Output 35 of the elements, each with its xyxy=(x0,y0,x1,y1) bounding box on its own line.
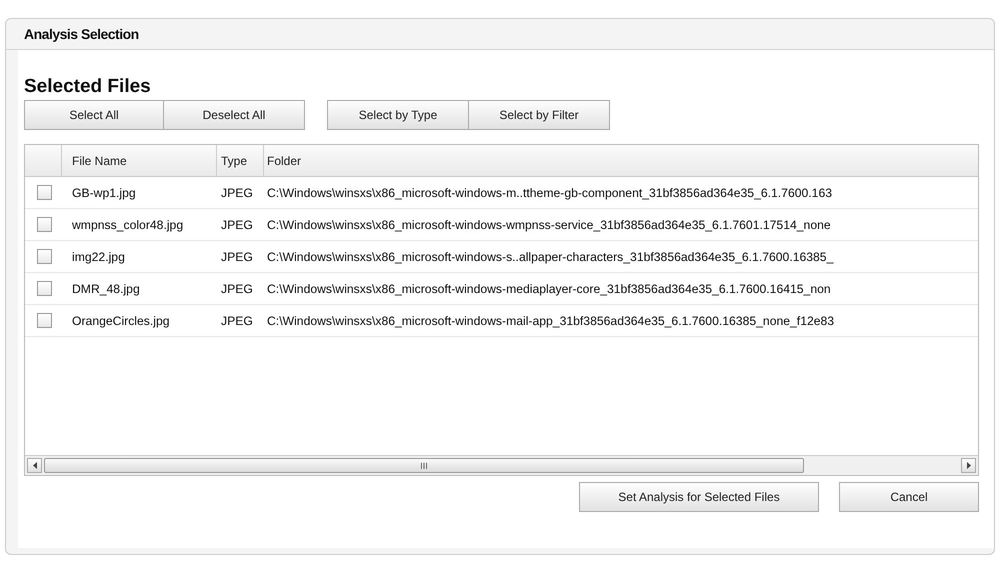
select-button[interactable]: Select by Filter xyxy=(468,100,610,130)
grip-text: III xyxy=(420,460,428,470)
set-analysis-button[interactable]: Set Analysis for Selected Files xyxy=(579,482,819,512)
table-cell-text: JPEG xyxy=(220,282,254,296)
scroll-left-icon[interactable] xyxy=(27,458,42,473)
select-button[interactable]: Deselect All xyxy=(163,100,305,130)
table-cell-text: JPEG xyxy=(220,314,254,328)
select-button[interactable]: Select All xyxy=(24,100,164,130)
scroll-right-icon[interactable] xyxy=(961,458,976,473)
table-cell-text: C:\Windows\winsxs\x86_microsoft-windows-s..allpaper-characters_31bf3856ad364e35_6.1.7600.16385_ xyxy=(266,250,834,264)
table-cell-text: C:\Windows\winsxs\x86_microsoft-windows-wmpnss-service_31bf3856ad364e35_6.1.7601.17514_none xyxy=(266,218,832,232)
column-header[interactable]: File Name xyxy=(62,145,217,176)
section-heading: Selected Files xyxy=(24,76,151,98)
row-checkbox[interactable] xyxy=(37,281,52,296)
row-checkbox[interactable] xyxy=(37,313,52,328)
table-cell-text: JPEG xyxy=(220,250,254,264)
table-cell-text: GB-wp1.jpg xyxy=(71,186,137,200)
select-button[interactable]: Select by Type xyxy=(327,100,469,130)
scroll-thumb[interactable]: III xyxy=(44,458,804,473)
table-cell-text: OrangeCircles.jpg xyxy=(71,314,171,328)
table-cell-text: DMR_48.jpg xyxy=(71,282,141,296)
column-header[interactable]: Type xyxy=(217,145,264,176)
table-cell-text: C:\Windows\winsxs\x86_microsoft-windows-m..ttheme-gb-component_31bf3856ad364e35_6.1.7600.163 xyxy=(266,186,834,200)
table-cell-text: C:\Windows\winsxs\x86_microsoft-windows-mediaplayer-core_31bf3856ad364e35_6.1.7600.16415_non xyxy=(266,282,832,296)
table-cell-text: JPEG xyxy=(220,186,254,200)
column-header[interactable]: Folder xyxy=(264,145,978,176)
row-checkbox[interactable] xyxy=(37,249,52,264)
row-checkbox[interactable] xyxy=(37,217,52,232)
table-cell-text: img22.jpg xyxy=(71,250,126,264)
cancel-button[interactable]: Cancel xyxy=(839,482,979,512)
row-checkbox[interactable] xyxy=(37,185,52,200)
table-cell-text: wmpnss_color48.jpg xyxy=(71,218,184,232)
table-cell-text: C:\Windows\winsxs\x86_microsoft-windows-mail-app_31bf3856ad364e35_6.1.7600.16385_none_f12e83 xyxy=(266,314,836,328)
table-cell-text: JPEG xyxy=(220,218,254,232)
window-title: Analysis Selection xyxy=(24,26,139,42)
